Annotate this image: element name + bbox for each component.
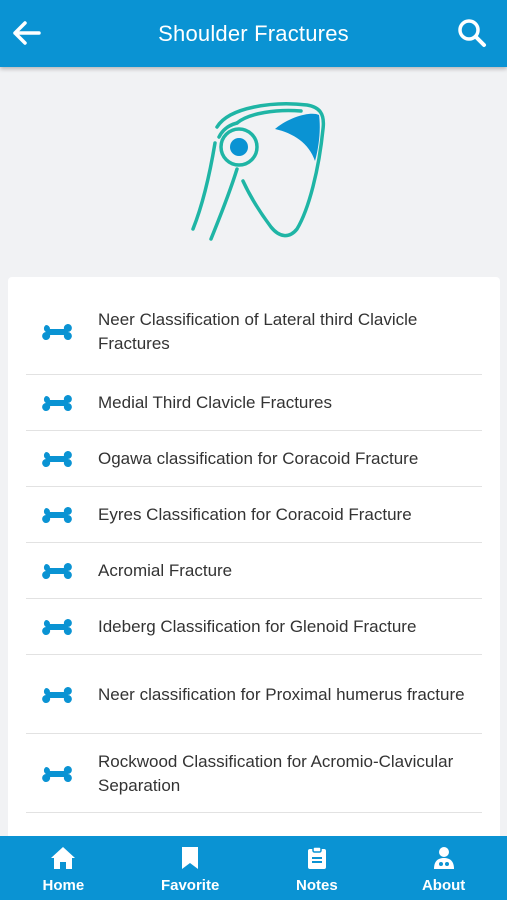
shoulder-joint-icon bbox=[190, 101, 325, 241]
bookmark-icon bbox=[181, 845, 199, 871]
app-header: Shoulder Fractures bbox=[0, 0, 507, 67]
list-item-label: Neer classification for Proximal humerus… bbox=[98, 684, 465, 704]
list-item[interactable]: Neer Classification of Lateral third Cla… bbox=[26, 277, 482, 375]
list-item[interactable]: Ideberg Classification for Glenoid Fract… bbox=[26, 599, 482, 655]
list-item-label: Eyres Classification for Coracoid Fractu… bbox=[98, 504, 412, 524]
fracture-list: Neer Classification of Lateral third Cla… bbox=[8, 277, 500, 813]
list-item[interactable]: Neer classification for Proximal humerus… bbox=[26, 655, 482, 734]
list-item[interactable]: Acromial Fracture bbox=[26, 543, 482, 599]
list-item-label: Ogawa classification for Coracoid Fractu… bbox=[98, 448, 419, 468]
bone-icon bbox=[26, 450, 98, 467]
list-item-label: Medial Third Clavicle Fractures bbox=[98, 392, 332, 412]
bone-icon bbox=[26, 323, 98, 340]
doctor-icon bbox=[433, 845, 455, 871]
bottom-navigation: Home Favorite Notes About bbox=[0, 836, 507, 900]
arrow-left-icon[interactable] bbox=[10, 16, 44, 50]
list-item[interactable]: Ogawa classification for Coracoid Fractu… bbox=[26, 431, 482, 487]
search-icon[interactable] bbox=[455, 16, 489, 50]
fracture-list-card: Neer Classification of Lateral third Cla… bbox=[8, 277, 500, 877]
hero-banner bbox=[0, 67, 507, 275]
tab-notes[interactable]: Notes bbox=[254, 836, 381, 900]
bone-icon bbox=[26, 562, 98, 579]
list-item-label: Neer Classification of Lateral third Cla… bbox=[98, 309, 418, 353]
home-icon bbox=[50, 845, 76, 871]
bone-icon bbox=[26, 765, 98, 782]
tab-favorite[interactable]: Favorite bbox=[127, 836, 254, 900]
list-item[interactable]: Eyres Classification for Coracoid Fractu… bbox=[26, 487, 482, 543]
list-item[interactable]: Medial Third Clavicle Fractures bbox=[26, 375, 482, 431]
bone-icon bbox=[26, 686, 98, 703]
list-item-label: Acromial Fracture bbox=[98, 560, 233, 580]
tab-label: Home bbox=[42, 877, 85, 894]
list-item-label: Rockwood Classification for Acromio-Clav… bbox=[98, 751, 454, 795]
tab-home[interactable]: Home bbox=[0, 836, 127, 900]
tab-label: Notes bbox=[296, 877, 338, 894]
bone-icon bbox=[26, 506, 98, 523]
list-item-label: Ideberg Classification for Glenoid Fract… bbox=[98, 616, 417, 636]
tab-label: Favorite bbox=[160, 877, 220, 894]
clipboard-icon bbox=[307, 845, 327, 871]
bone-icon bbox=[26, 394, 98, 411]
tab-about[interactable]: About bbox=[380, 836, 507, 900]
page-title: Shoulder Fractures bbox=[158, 20, 349, 46]
tab-label: About bbox=[421, 877, 466, 894]
bone-icon bbox=[26, 618, 98, 635]
list-item[interactable]: Rockwood Classification for Acromio-Clav… bbox=[26, 734, 482, 813]
